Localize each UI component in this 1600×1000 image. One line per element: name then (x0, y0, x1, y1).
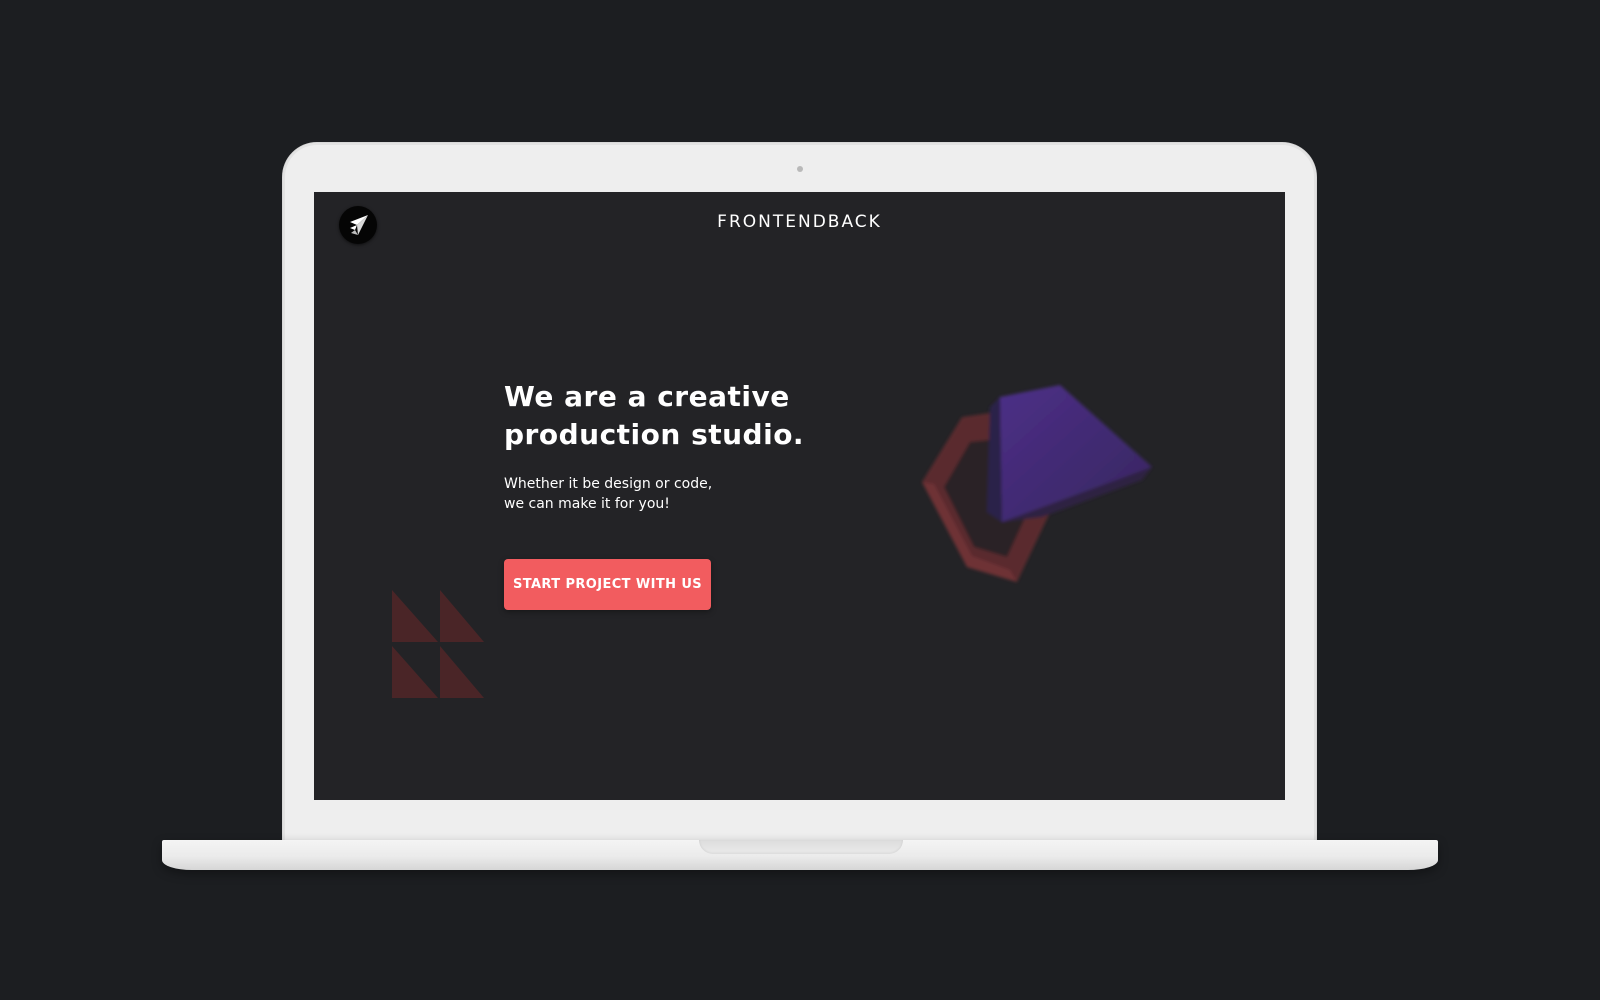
start-project-button[interactable]: START PROJECT WITH US (504, 559, 711, 610)
hero-headline-line2: production studio. (504, 418, 805, 451)
hero-headline-line1: We are a creative (504, 380, 790, 413)
hero-subtitle-line1: Whether it be design or code, (504, 476, 713, 492)
laptop-lid: FRONTENDBACK We are a creative productio… (283, 143, 1316, 843)
hero-subtitle-line2: we can make it for you! (504, 496, 670, 512)
mockup-stage: FRONTENDBACK We are a creative productio… (0, 0, 1600, 1000)
brand-title: FRONTENDBACK (717, 212, 882, 232)
hero-headline: We are a creative production studio. (504, 378, 924, 454)
3d-shapes-decoration (922, 385, 1152, 582)
camera-dot (797, 166, 803, 172)
laptop-screen: FRONTENDBACK We are a creative productio… (314, 192, 1285, 800)
hero-subtitle: Whether it be design or code, we can mak… (504, 474, 864, 514)
triangles-decoration (392, 590, 484, 698)
laptop-notch (699, 840, 903, 854)
laptop-base (162, 840, 1438, 870)
